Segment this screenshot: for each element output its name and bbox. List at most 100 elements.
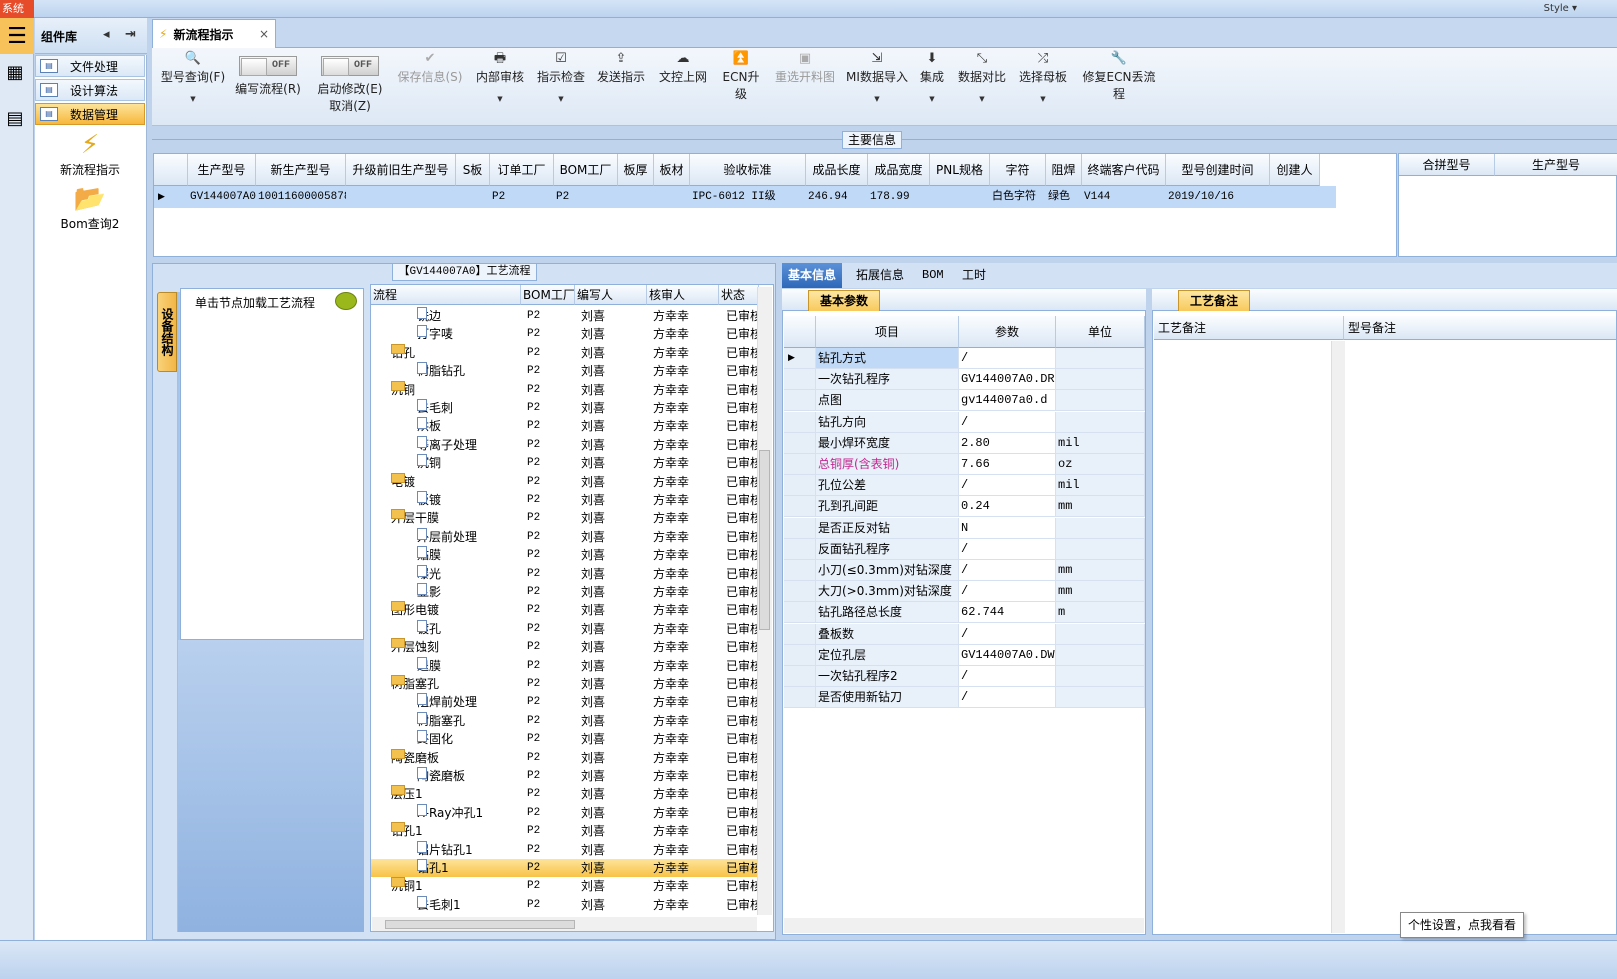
tree-node[interactable]: −树脂塞孔 [391,675,439,693]
tree-node[interactable]: 铝片钻孔1 [417,840,473,859]
tree-row[interactable]: −电镀P2刘喜方幸幸已审核 [371,472,762,491]
tree-node[interactable]: 等离子处理 [417,435,477,454]
param-value[interactable]: 2.80 [959,432,1056,454]
tree-node[interactable]: 镀孔 [417,619,441,638]
tree-node[interactable]: 树脂塞孔 [417,711,465,730]
tab-process-remarks[interactable]: 工艺备注 [1178,290,1250,311]
tree-row[interactable]: 显影 P2 刘喜 方幸幸 已审核 [371,583,762,601]
param-row[interactable]: 孔位公差 / mil [784,475,1145,497]
param-value[interactable]: GV144007A0.DWK [959,644,1056,666]
column-header[interactable]: 流程 [371,285,521,305]
scrollbar-thumb[interactable] [759,450,770,630]
param-value[interactable]: 7.66 [959,454,1056,475]
column-header[interactable]: 型号创建时间 [1166,154,1270,186]
tree-row[interactable]: 外层前处理 P2 刘喜 方幸幸 已审核 [371,527,762,546]
param-row[interactable]: 孔到孔间距 0.24 mm [784,496,1145,518]
pin-icon[interactable]: ⇥ [125,27,136,42]
tree-row[interactable]: 贴膜 P2 刘喜 方幸幸 已审核 [371,546,762,564]
table-cell[interactable]: 2019/10/16 [1166,186,1270,208]
column-header[interactable]: PNL规格 [930,154,990,186]
param-value[interactable]: gv144007a0.d [959,390,1056,412]
tree-node[interactable]: −电镀 [391,472,415,491]
write-flow-toggle[interactable]: OFF 编写流程(R) [232,48,304,126]
send-instruction-button[interactable]: ⇪ 发送指示 [596,48,646,126]
tree-row[interactable]: 等离子处理 P2 刘喜 方幸幸 已审核 [371,435,762,454]
upload-online-button[interactable]: ☁ 文控上网 [658,48,708,126]
tree-row[interactable]: −沉铜P2刘喜方幸幸已审核 [371,380,762,399]
collapse-left-icon[interactable]: ◂ [103,27,110,42]
tree-row[interactable]: 铣边 P2 刘喜 方幸幸 已审核 [371,307,762,325]
tree-node[interactable]: 去毛刺1 [417,895,461,914]
param-row[interactable]: 总铜厚(含表铜) 7.66 oz [784,454,1145,475]
table-cell[interactable]: 10011600005878 [256,186,346,208]
tree-row[interactable]: 树脂钻孔 P2 刘喜 方幸幸 已审核 [371,362,762,380]
tab-basic-info[interactable]: 基本信息 [782,263,843,288]
table-cell[interactable] [1270,186,1320,208]
param-row[interactable]: 小刀(≤0.3mm)对钻深度 / mm [784,560,1145,581]
table-cell[interactable]: P2 [554,186,618,208]
column-header[interactable]: 字符 [990,154,1046,186]
param-row[interactable]: 钻孔路径总长度 62.744 m [784,602,1145,624]
param-row[interactable]: ▶ 钻孔方式 / [784,348,1145,369]
column-header[interactable]: 合拼型号 [1399,154,1495,176]
param-row[interactable]: 大刀(>0.3mm)对钻深度 / mm [784,581,1145,603]
sidebar-item-data-management[interactable]: ▤ 数据管理 [35,103,145,125]
table-cell[interactable]: 绿色 [1046,186,1082,208]
column-header[interactable]: 验收标准 [690,154,806,186]
tree-row[interactable]: X-Ray冲孔1 P2 刘喜 方幸幸 已审核 [371,803,762,822]
column-header[interactable]: 创建人 [1270,154,1320,186]
repair-ecn-button[interactable]: 🔧 修复ECN丢流程 [1080,48,1158,126]
param-row[interactable]: 叠板数 / [784,623,1145,645]
param-row[interactable]: 一次钻孔程序 GV144007A0.DRL [784,369,1145,391]
param-value[interactable]: / [959,581,1056,603]
internal-review-button[interactable]: 🖶 内部审核 ▼ [474,48,526,126]
column-header[interactable]: 终端客户代码 [1082,154,1166,186]
tree-node[interactable]: −外层干膜 [391,509,439,527]
tree-node[interactable]: 去毛刺 [417,399,453,417]
param-value[interactable]: N [959,517,1056,539]
column-header[interactable]: 新生产型号 [256,154,346,186]
param-value[interactable]: / [959,411,1056,433]
tree-row[interactable]: 铝片钻孔1 P2 刘喜 方幸幸 已审核 [371,840,762,859]
column-header[interactable]: 成品宽度 [868,154,930,186]
table-cell[interactable]: GV144007A0 [188,186,256,208]
table-cell[interactable] [346,186,456,208]
calculator-icon[interactable]: ▤ [2,108,28,134]
data-compare-button[interactable]: ⤡ 数据对比 ▼ [958,48,1006,126]
param-row[interactable]: 是否使用新钻刀 / [784,687,1145,709]
tree-node[interactable]: 打字唛 [417,325,453,343]
start-modify-toggle[interactable]: OFF 启动修改(E) 取消(Z) [314,48,386,126]
style-menu[interactable]: Style ▾ [1544,3,1577,14]
select-template-button[interactable]: ⤮ 选择母板 ▼ [1018,48,1068,126]
param-value[interactable]: / [959,560,1056,581]
tree-row[interactable]: 陶瓷磨板 P2 刘喜 方幸幸 已审核 [371,767,762,785]
tree-row[interactable]: 去毛刺 P2 刘喜 方幸幸 已审核 [371,399,762,417]
table-cell[interactable]: 178.99 [868,186,930,208]
tree-node[interactable]: 板镀 [417,491,441,509]
column-header[interactable]: 升级前旧生产型号 [346,154,456,186]
tree-node[interactable]: −钻孔1 [391,822,423,840]
tree-row[interactable]: 打字唛 P2 刘喜 方幸幸 已审核 [371,325,762,343]
param-row[interactable]: 钻孔方向 / [784,411,1145,433]
table-cell[interactable]: V144 [1082,186,1166,208]
tree-row[interactable]: 树脂塞孔 P2 刘喜 方幸幸 已审核 [371,711,762,730]
tree-row[interactable]: 板镀 P2 刘喜 方幸幸 已审核 [371,491,762,509]
param-value[interactable]: / [959,666,1056,687]
tree-row[interactable]: 烘板 P2 刘喜 方幸幸 已审核 [371,417,762,435]
param-row[interactable]: 定位孔层 GV144007A0.DWK [784,644,1145,666]
column-header[interactable]: 编写人 [575,285,647,305]
tree-row[interactable]: −层压1P2刘喜方幸幸已审核 [371,785,762,803]
param-value[interactable]: / [959,623,1056,645]
table-cell[interactable] [618,186,654,208]
tree-node[interactable]: −沉铜1 [391,877,423,895]
sidebar-item-design-algorithm[interactable]: ▤ 设计算法 [35,79,145,101]
table-cell[interactable]: IPC-6012 II级 [690,186,806,208]
column-header[interactable]: S板 [456,154,490,186]
param-value[interactable]: 62.744 [959,602,1056,624]
model-query-button[interactable]: 🔍 型号查询(F) ▼ [158,48,228,126]
tree-node[interactable]: 钻孔1 [417,859,449,877]
tab-work-hours[interactable]: 工时 [956,263,992,288]
column-header[interactable]: 生产型号 [188,154,256,186]
tree-row[interactable]: −外层干膜P2刘喜方幸幸已审核 [371,509,762,527]
tree-row[interactable]: 曝光 P2 刘喜 方幸幸 已审核 [371,564,762,583]
